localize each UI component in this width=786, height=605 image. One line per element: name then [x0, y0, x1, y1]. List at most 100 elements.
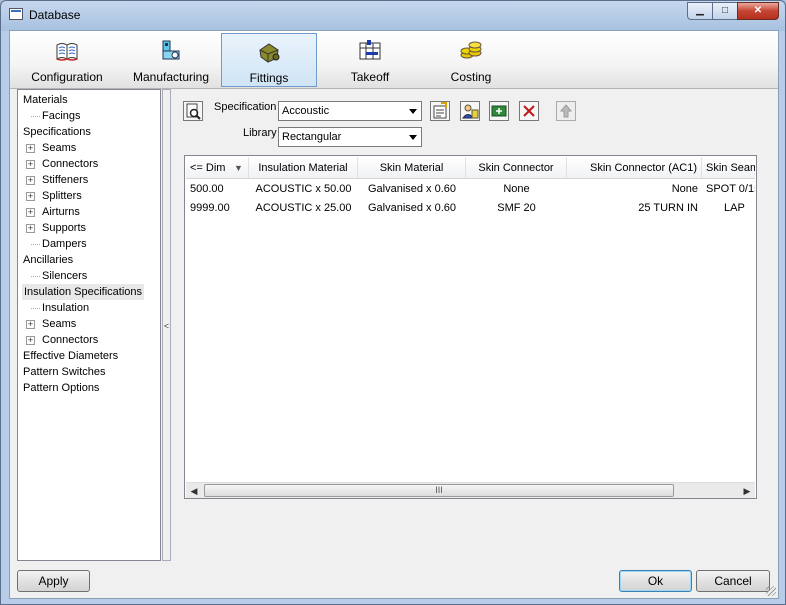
module-toolbar: Configuration Manufacturing Fittings Tak… — [10, 31, 778, 89]
table-row[interactable]: 9999.00 ACOUSTIC x 25.00 Galvanised x 0.… — [186, 199, 755, 218]
tree-item-connectors[interactable]: Connectors — [42, 332, 98, 348]
database-window: Database ▁ □ ✕ Configuration Manufacturi… — [0, 0, 786, 605]
expand-icon[interactable]: + — [26, 320, 35, 329]
specification-value: Accoustic — [282, 105, 330, 117]
tree-item-splitters[interactable]: Splitters — [42, 188, 82, 204]
tab-label: Configuration — [31, 70, 103, 84]
splitter-collapse[interactable]: < — [162, 89, 171, 561]
properties-button[interactable] — [430, 101, 450, 121]
coins-icon — [460, 41, 482, 59]
tab-costing[interactable]: Costing — [424, 33, 518, 87]
tab-label: Manufacturing — [132, 70, 210, 84]
column-header-skin-connector-ac1[interactable]: Skin Connector (AC1) — [567, 157, 702, 178]
specification-select[interactable]: Accoustic — [278, 101, 422, 121]
navigation-tree[interactable]: Materials Facings Specifications + Seams… — [17, 89, 161, 561]
scroll-right-icon[interactable]: ▶ — [739, 483, 755, 499]
tree-item-specifications[interactable]: Specifications — [23, 124, 91, 140]
cell-dim: 500.00 — [190, 183, 224, 195]
tree-item-facings[interactable]: Facings — [42, 108, 81, 124]
move-up-button[interactable] — [556, 101, 576, 121]
magnifier-icon — [186, 103, 201, 120]
library-label: Library — [243, 127, 277, 139]
tab-label: Fittings — [249, 71, 289, 85]
title-bar[interactable]: Database ▁ □ ✕ — [1, 1, 785, 29]
column-header-skin-material[interactable]: Skin Material — [358, 157, 466, 178]
tab-configuration[interactable]: Configuration — [20, 33, 114, 87]
cell-skin-connector-ac1: None — [671, 183, 698, 195]
tree-item-seams[interactable]: Seams — [42, 140, 76, 156]
expand-icon[interactable]: + — [26, 336, 35, 345]
tree-item-airturns[interactable]: Airturns — [42, 204, 80, 220]
tab-label: Takeoff — [350, 70, 390, 84]
expand-icon[interactable]: + — [26, 160, 35, 169]
cell-skin-material: Galvanised x 0.60 — [367, 183, 457, 195]
user-icon — [462, 104, 479, 119]
properties-icon — [433, 102, 447, 119]
delete-icon — [523, 105, 535, 117]
cell-insulation-material: ACOUSTIC x 25.00 — [255, 202, 352, 214]
cell-insulation-material: ACOUSTIC x 50.00 — [255, 183, 352, 195]
sort-desc-icon: ▼ — [234, 163, 243, 173]
tree-item-insulation-specifications[interactable]: Insulation Specifications — [22, 284, 145, 300]
cell-skin-connector: None — [503, 183, 530, 195]
tab-label: Costing — [450, 70, 492, 84]
tree-item-connectors[interactable]: Connectors — [42, 156, 98, 172]
expand-icon[interactable]: + — [26, 208, 35, 217]
column-header-skin-seam[interactable]: Skin Seam — [702, 157, 755, 178]
tab-manufacturing[interactable]: Manufacturing — [122, 33, 220, 87]
cell-skin-connector: SMF 20 — [497, 202, 536, 214]
minimize-button[interactable]: ▁ — [687, 2, 713, 20]
cancel-button[interactable]: Cancel — [696, 570, 770, 592]
client-area: Configuration Manufacturing Fittings Tak… — [9, 30, 779, 599]
expand-icon[interactable]: + — [26, 176, 35, 185]
tree-item-pattern-options[interactable]: Pattern Options — [23, 380, 99, 396]
maximize-button[interactable]: □ — [712, 2, 738, 20]
tree-item-ancillaries[interactable]: Ancillaries — [23, 252, 73, 268]
column-header-insulation-material[interactable]: Insulation Material — [249, 157, 358, 178]
cell-skin-seam: LAP — [724, 202, 745, 214]
preview-button[interactable] — [183, 101, 203, 121]
tab-fittings[interactable]: Fittings — [221, 33, 317, 87]
column-header-skin-connector[interactable]: Skin Connector — [466, 157, 567, 178]
machine-icon — [162, 40, 180, 60]
expand-icon[interactable]: + — [26, 192, 35, 201]
add-icon — [491, 105, 507, 117]
specification-label: Specification — [214, 101, 277, 113]
cell-skin-material: Galvanised x 0.60 — [367, 202, 457, 214]
close-button[interactable]: ✕ — [737, 2, 779, 20]
tree-item-pattern-switches[interactable]: Pattern Switches — [23, 364, 106, 380]
scroll-thumb[interactable]: III — [204, 484, 674, 497]
delete-button[interactable] — [519, 101, 539, 121]
tree-item-silencers[interactable]: Silencers — [42, 268, 87, 284]
cell-dim: 9999.00 — [190, 202, 230, 214]
tree-item-insulation[interactable]: Insulation — [42, 300, 89, 316]
add-button[interactable] — [489, 101, 509, 121]
tree-item-effective-diameters[interactable]: Effective Diameters — [23, 348, 118, 364]
ok-button[interactable]: Ok — [619, 570, 692, 592]
horizontal-scrollbar[interactable]: ◀ III ▶ — [186, 482, 755, 498]
tree-item-seams[interactable]: Seams — [42, 316, 76, 332]
cell-skin-connector-ac1: 25 TURN IN — [638, 202, 698, 214]
expand-icon[interactable]: + — [26, 144, 35, 153]
tree-item-supports[interactable]: Supports — [42, 220, 86, 236]
apply-button[interactable]: Apply — [17, 570, 90, 592]
library-select[interactable]: Rectangular — [278, 127, 422, 147]
column-header-dim[interactable]: <= Dim ▼ — [186, 157, 249, 178]
expand-icon[interactable]: + — [26, 224, 35, 233]
fitting-icon — [259, 43, 280, 63]
tab-takeoff[interactable]: Takeoff — [323, 33, 417, 87]
scroll-left-icon[interactable]: ◀ — [186, 483, 202, 499]
drawing-icon — [359, 40, 381, 60]
resize-grip[interactable] — [766, 586, 776, 596]
cell-skin-seam: SPOT 0/15 — [706, 183, 755, 195]
tree-item-materials[interactable]: Materials — [23, 92, 68, 108]
table-row[interactable]: 500.00 ACOUSTIC x 50.00 Galvanised x 0.6… — [186, 180, 755, 199]
tree-item-dampers[interactable]: Dampers — [42, 236, 87, 252]
specification-grid[interactable]: <= Dim ▼ Insulation Material Skin Materi… — [184, 155, 757, 499]
library-value: Rectangular — [282, 131, 342, 143]
tree-item-stiffeners[interactable]: Stiffeners — [42, 172, 88, 188]
user-button[interactable] — [460, 101, 480, 121]
database-icon — [9, 8, 23, 20]
grid-header: <= Dim ▼ Insulation Material Skin Materi… — [186, 157, 755, 179]
window-title: Database — [29, 8, 81, 22]
